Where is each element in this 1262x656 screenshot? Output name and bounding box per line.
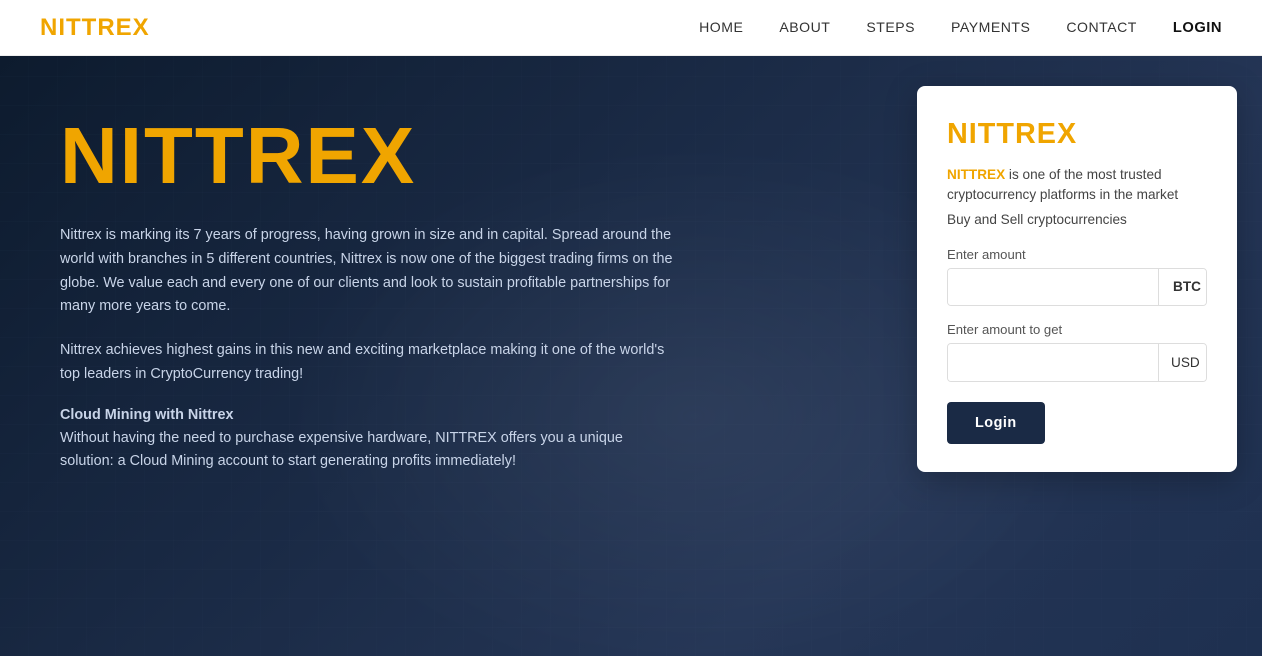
hero-section: NITTREX Nittrex is marking its 7 years o… (0, 56, 1262, 656)
card-label-amount: Enter amount (947, 247, 1207, 262)
login-card: NITTREX NITTREX is one of the most trust… (917, 86, 1237, 472)
nav-item-contact[interactable]: CONTACT (1066, 19, 1137, 37)
nav-item-login[interactable]: LOGIN (1173, 19, 1222, 37)
nav-link-steps[interactable]: STEPS (866, 19, 915, 35)
navbar: NITTREX HOME ABOUT STEPS PAYMENTS CONTAC… (0, 0, 1262, 56)
nav-item-home[interactable]: HOME (699, 19, 743, 37)
currency-select[interactable]: USD EUR GBP ETH (1158, 344, 1207, 381)
hero-cloud-title: Cloud Mining with Nittrex (60, 407, 872, 423)
hero-cloud-desc: Without having the need to purchase expe… (60, 427, 660, 475)
card-login-button[interactable]: Login (947, 402, 1045, 444)
nav-logo[interactable]: NITTREX (40, 14, 150, 42)
nav-link-payments[interactable]: PAYMENTS (951, 19, 1030, 35)
amount-input[interactable] (948, 269, 1158, 305)
btc-badge: BTC (1158, 269, 1207, 305)
hero-description-1: Nittrex is marking its 7 years of progre… (60, 224, 700, 319)
card-title: NITTREX (947, 118, 1207, 151)
nav-links: HOME ABOUT STEPS PAYMENTS CONTACT LOGIN (699, 19, 1222, 37)
nav-link-contact[interactable]: CONTACT (1066, 19, 1137, 35)
card-tagline: Buy and Sell cryptocurrencies (947, 212, 1207, 227)
get-amount-row: USD EUR GBP ETH (947, 343, 1207, 382)
card-description: NITTREX is one of the most trusted crypt… (947, 165, 1207, 206)
card-label-get: Enter amount to get (947, 322, 1207, 337)
nav-link-login[interactable]: LOGIN (1173, 20, 1222, 36)
card-brand-inline: NITTREX (947, 167, 1005, 182)
hero-right-card-container: NITTREX NITTREX is one of the most trust… (922, 56, 1262, 656)
nav-item-payments[interactable]: PAYMENTS (951, 19, 1030, 37)
amount-input-row: BTC (947, 268, 1207, 306)
nav-item-about[interactable]: ABOUT (779, 19, 830, 37)
hero-brand-title: NITTREX (60, 116, 872, 196)
get-amount-input[interactable] (948, 344, 1158, 381)
hero-left-content: NITTREX Nittrex is marking its 7 years o… (0, 56, 922, 656)
hero-description-2: Nittrex achieves highest gains in this n… (60, 339, 680, 387)
nav-item-steps[interactable]: STEPS (866, 19, 915, 37)
nav-link-home[interactable]: HOME (699, 19, 743, 35)
nav-link-about[interactable]: ABOUT (779, 19, 830, 35)
